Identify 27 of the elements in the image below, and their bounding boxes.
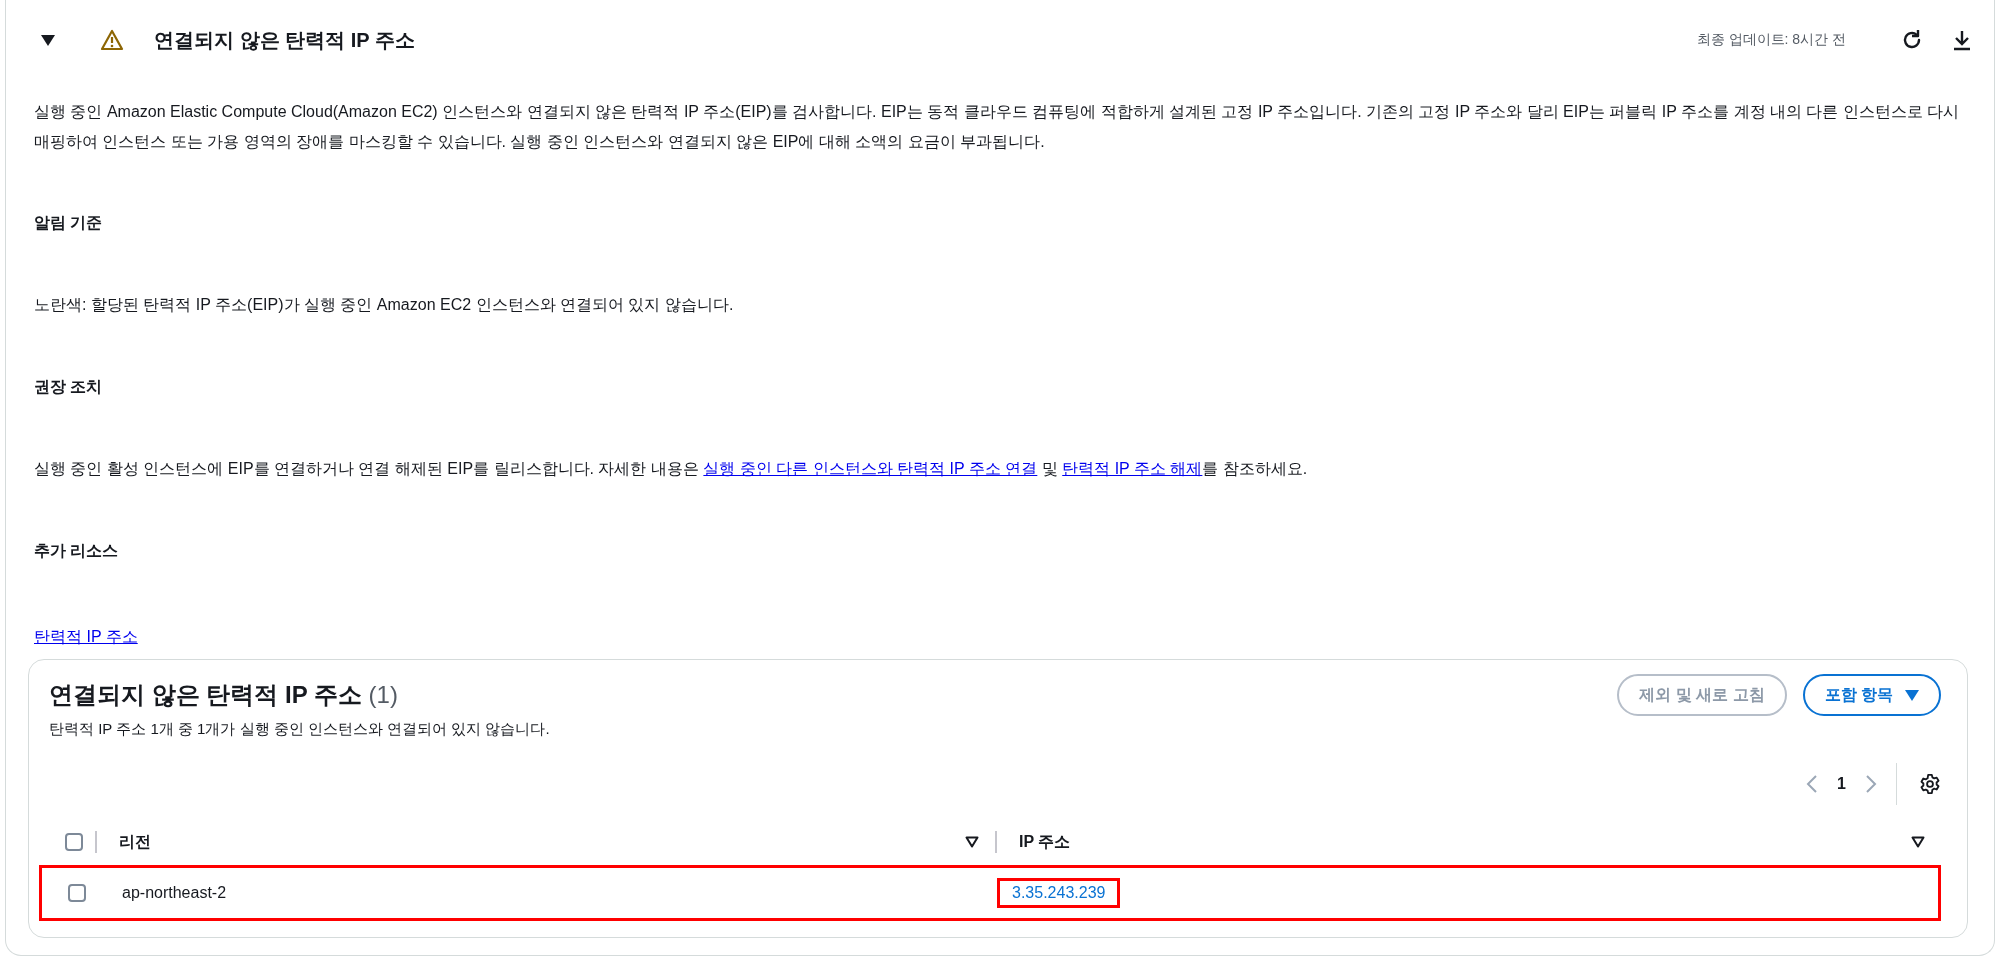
section-heading: 알림 기준 xyxy=(34,213,104,233)
page-number[interactable]: 1 xyxy=(1837,775,1846,793)
ip-address-link[interactable]: 3.35.243.239 xyxy=(997,878,1121,908)
section-heading: 추가 리소스 xyxy=(34,541,120,561)
dropdown-button[interactable]: 포함 항목 xyxy=(1802,674,1941,716)
panel-title: 연결되지 않은 탄력적 IP 주소 xyxy=(154,27,415,53)
sort-icon[interactable] xyxy=(1911,836,1925,848)
caret-icon[interactable] xyxy=(40,33,56,47)
table-cell: ap-northeast-2 xyxy=(122,884,227,902)
sort-icon[interactable] xyxy=(965,836,979,848)
doc-link[interactable]: 실행 중인 다른 인스턴스와 탄력적 IP 주소 연결 xyxy=(703,460,1038,477)
column-header[interactable]: IP 주소 xyxy=(1019,831,1071,853)
description-text: 실행 중인 Amazon Elastic Compute Cloud(Amazon EC2) 인스턴스와 연결되지 않은 탄력적 IP 주소(EIP)를 검사합니다. EIP는 동적 클라우드 컴퓨팅에 적합하게 설계된 고정 IP 주소입니다. 기존의 고정 IP 주소와 달리 EIP는 퍼블릭 IP 주소를 계정 내의 다른 인스턴스로 다시 매핑하여 인스턴스 또는 가용 영역의 장애를 마스킹할 수 있습니다. 실행 중인 인스턴스와 연결되지 않은 EIP에 대해 소액의 요금이 부과됩니다. xyxy=(34,102,1961,152)
warning-icon xyxy=(100,29,124,51)
table-title: 연결되지 않은 탄력적 IP 주소 (1) xyxy=(49,680,398,710)
column-header[interactable]: 리전 xyxy=(119,831,151,853)
last-updated-text: 최종 업데이트: 8시간 전 xyxy=(1696,31,1846,49)
section-text: 실행 중인 활성 인스턴스에 EIP를 연결하거나 연결 해제된 EIP를 릴리스합니다. 자세한 내용은 실행 중인 다른 인스턴스와 탄력적 IP 주소 연결 및 탄력적 IP 주소 해제를 참조하세요. xyxy=(34,459,1309,479)
section-text: 노란색: 할당된 탄력적 IP 주소(EIP)가 실행 중인 Amazon EC2 인스턴스와 연결되어 있지 않습니다. xyxy=(34,295,735,315)
section-heading: 권장 조치 xyxy=(34,377,104,397)
table-subtitle: 탄력적 IP 주소 1개 중 1개가 실행 중인 인스턴스와 연결되어 있지 않습니다. xyxy=(49,720,551,739)
row-checkbox[interactable] xyxy=(68,884,86,902)
caret-icon xyxy=(1905,689,1919,701)
doc-link[interactable]: 탄력적 IP 주소 해제 xyxy=(1062,460,1203,477)
select-all-checkbox[interactable] xyxy=(65,833,83,851)
settings-icon[interactable] xyxy=(1919,773,1941,795)
resource-link[interactable]: 탄력적 IP 주소 xyxy=(34,628,138,645)
